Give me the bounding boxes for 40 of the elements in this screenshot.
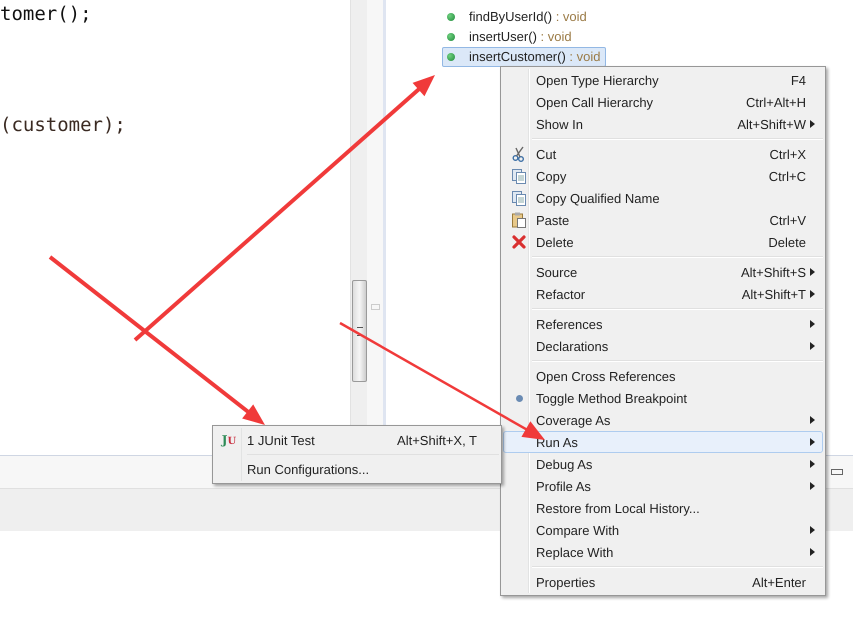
- menu-item[interactable]: Source Alt+Shift+S: [503, 261, 823, 283]
- menu-item[interactable]: Coverage As: [503, 409, 823, 431]
- menu-item[interactable]: Properties Alt+Enter: [503, 571, 823, 593]
- menu-item[interactable]: Toggle Method Breakpoint: [503, 387, 823, 409]
- menu-item[interactable]: Run Configurations...: [213, 457, 501, 481]
- delete-icon: [512, 235, 526, 249]
- outline-item[interactable]: findByUserId() : void: [442, 7, 592, 27]
- code-line: (customer);: [0, 113, 126, 138]
- menu-item[interactable]: Copy Qualified Name: [503, 187, 823, 209]
- menu-item[interactable]: Open Cross References: [503, 365, 823, 387]
- method-icon: [447, 13, 455, 21]
- menu-item[interactable]: Replace With: [503, 541, 823, 563]
- clipboard-icon: [512, 212, 526, 228]
- copy-icon: [512, 168, 526, 184]
- menu-item[interactable]: Open Type Hierarchy F4: [503, 69, 823, 91]
- outline-item[interactable]: insertUser() : void: [442, 27, 577, 47]
- menu-item[interactable]: References: [503, 313, 823, 335]
- menu-item[interactable]: Copy Ctrl+C: [503, 165, 823, 187]
- method-icon: [447, 53, 455, 61]
- scissors-icon: [512, 146, 526, 162]
- breakpoint-icon: [516, 394, 522, 402]
- method-icon: [447, 33, 455, 41]
- outline-item[interactable]: insertCustomer() : void: [442, 47, 606, 67]
- menu-item[interactable]: Restore from Local History...: [503, 497, 823, 519]
- menu-item[interactable]: Show In Alt+Shift+W: [503, 113, 823, 135]
- menu-item[interactable]: Cut Ctrl+X: [503, 143, 823, 165]
- minimize-icon[interactable]: [831, 469, 843, 475]
- menu-item[interactable]: Compare With: [503, 519, 823, 541]
- copy-icon: [512, 190, 526, 206]
- menu-item[interactable]: Paste Ctrl+V: [503, 209, 823, 231]
- menu-item[interactable]: Delete Delete: [503, 231, 823, 253]
- menu-item[interactable]: Declarations: [503, 335, 823, 357]
- sash-handle[interactable]: [370, 304, 380, 310]
- menu-item[interactable]: Profile As: [503, 475, 823, 497]
- junit-icon: JU: [222, 433, 236, 447]
- menu-item[interactable]: Debug As: [503, 453, 823, 475]
- menu-item[interactable]: Refactor Alt+Shift+T: [503, 283, 823, 305]
- code-line: tomer();: [0, 2, 92, 27]
- menu-item[interactable]: Open Call Hierarchy Ctrl+Alt+H: [503, 91, 823, 113]
- scrollbar-thumb[interactable]: [352, 280, 367, 382]
